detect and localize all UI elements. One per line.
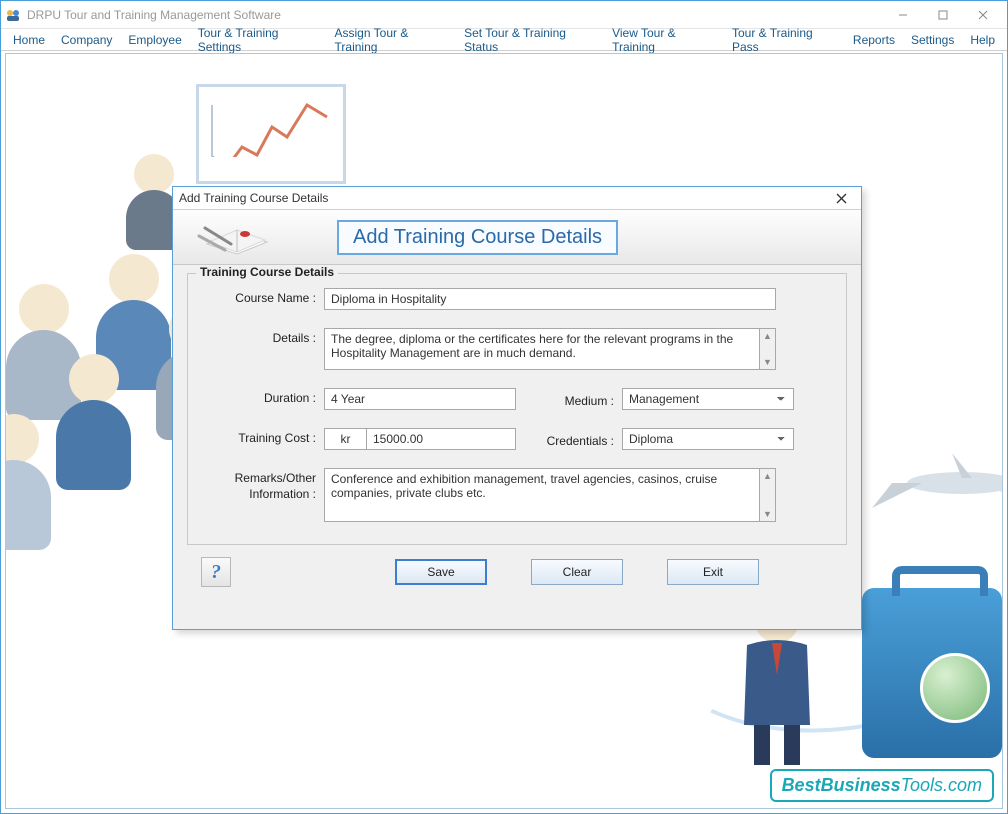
dialog-footer: ? Save Clear Exit	[187, 545, 847, 587]
label-course-name: Course Name :	[206, 288, 324, 305]
fieldset-legend: Training Course Details	[196, 265, 338, 279]
help-icon: ?	[211, 561, 221, 584]
scroll-down-icon: ▼	[760, 355, 775, 369]
dialog-heading: Add Training Course Details	[337, 220, 618, 255]
clear-button[interactable]: Clear	[531, 559, 623, 585]
course-name-input[interactable]	[324, 288, 776, 310]
remarks-textarea[interactable]: Conference and exhibition management, tr…	[324, 468, 760, 522]
dialog-header: Add Training Course Details	[173, 209, 861, 265]
label-training-cost: Training Cost :	[206, 428, 324, 445]
medium-select[interactable]: Management	[622, 388, 794, 410]
credentials-select[interactable]: Diploma	[622, 428, 794, 450]
close-button[interactable]	[963, 2, 1003, 28]
dialog-close-button[interactable]	[827, 188, 855, 208]
remarks-scrollbar[interactable]: ▲▼	[760, 468, 776, 522]
menu-employee[interactable]: Employee	[120, 31, 189, 49]
duration-input[interactable]	[324, 388, 516, 410]
currency-label: kr	[324, 428, 366, 450]
scroll-up-icon: ▲	[760, 329, 775, 343]
menu-reports[interactable]: Reports	[845, 31, 903, 49]
training-fieldset: Training Course Details Course Name : De…	[187, 273, 847, 545]
dialog-title-text: Add Training Course Details	[179, 191, 328, 205]
airplane-icon	[862, 448, 1003, 521]
save-button[interactable]: Save	[395, 559, 487, 585]
label-credentials: Credentials :	[532, 431, 622, 448]
exit-button[interactable]: Exit	[667, 559, 759, 585]
details-textarea[interactable]: The degree, diploma or the certificates …	[324, 328, 760, 370]
app-icon	[5, 7, 21, 23]
scroll-down-icon: ▼	[760, 507, 775, 521]
notebook-icon	[187, 214, 277, 260]
menu-help[interactable]: Help	[962, 31, 1003, 49]
menu-home[interactable]: Home	[5, 31, 53, 49]
training-cost-input[interactable]	[366, 428, 516, 450]
globe-icon	[920, 653, 990, 723]
watermark-light: Tools.com	[901, 775, 982, 795]
menu-set-status[interactable]: Set Tour & Training Status	[456, 24, 604, 56]
maximize-button[interactable]	[923, 2, 963, 28]
menu-tour-training-pass[interactable]: Tour & Training Pass	[724, 24, 845, 56]
menu-assign-tour-training[interactable]: Assign Tour & Training	[327, 24, 457, 56]
label-details: Details :	[206, 328, 324, 345]
help-button[interactable]: ?	[201, 557, 231, 587]
scroll-up-icon: ▲	[760, 469, 775, 483]
watermark-bold: BestBusiness	[782, 775, 901, 795]
dialog-titlebar: Add Training Course Details	[173, 187, 861, 209]
menu-view-tour-training[interactable]: View Tour & Training	[604, 24, 724, 56]
app-title: DRPU Tour and Training Management Softwa…	[27, 8, 883, 22]
label-remarks: Remarks/Other Information :	[206, 468, 324, 502]
menu-tour-training-settings[interactable]: Tour & Training Settings	[190, 24, 327, 56]
dialog-body: Training Course Details Course Name : De…	[173, 265, 861, 601]
details-scrollbar[interactable]: ▲▼	[760, 328, 776, 370]
label-duration: Duration :	[206, 388, 324, 405]
menubar: Home Company Employee Tour & Training Se…	[1, 29, 1007, 51]
minimize-button[interactable]	[883, 2, 923, 28]
main-window: DRPU Tour and Training Management Softwa…	[0, 0, 1008, 814]
add-training-dialog: Add Training Course Details Add Training…	[172, 186, 862, 630]
label-medium: Medium :	[532, 391, 622, 408]
menu-company[interactable]: Company	[53, 31, 120, 49]
menu-settings[interactable]: Settings	[903, 31, 962, 49]
window-controls	[883, 2, 1003, 28]
watermark-logo: BestBusinessTools.com	[770, 769, 994, 802]
